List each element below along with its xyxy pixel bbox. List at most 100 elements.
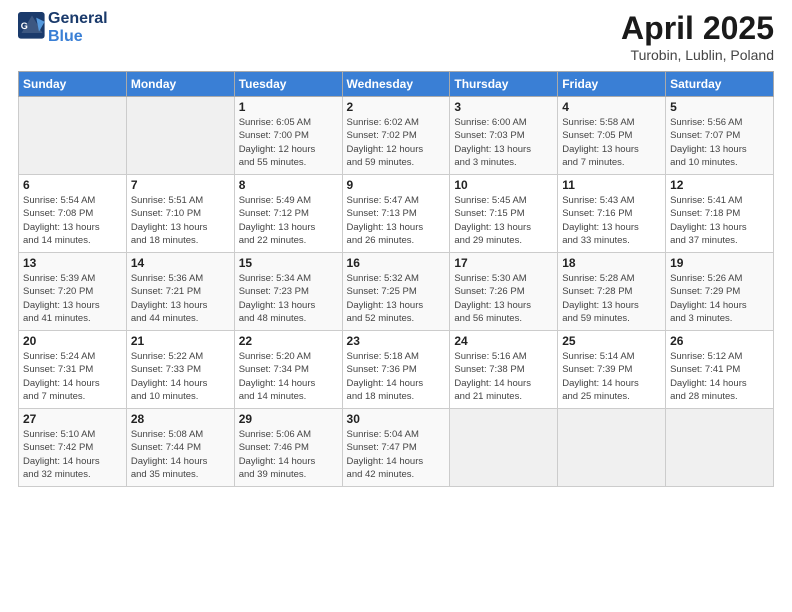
weekday-friday: Friday <box>558 72 666 97</box>
calendar-cell: 5 Sunrise: 5:56 AM Sunset: 7:07 PM Daylig… <box>666 97 774 175</box>
day-info: Sunrise: 5:47 AM Sunset: 7:13 PM Dayligh… <box>347 194 446 247</box>
calendar-cell <box>19 97 127 175</box>
calendar-cell: 4Sunrise: 5:58 AM Sunset: 7:05 PM Daylig… <box>558 97 666 175</box>
logo-line1: General <box>48 10 108 28</box>
weekday-monday: Monday <box>126 72 234 97</box>
day-info: Sunrise: 5:20 AM Sunset: 7:34 PM Dayligh… <box>239 350 338 403</box>
page-header: G General Blue April 2025 Turobin, Lubli… <box>18 10 774 63</box>
calendar-cell: 7 Sunrise: 5:51 AM Sunset: 7:10 PM Daylig… <box>126 175 234 253</box>
week-row-3: 13Sunrise: 5:39 AM Sunset: 7:20 PM Dayli… <box>19 253 774 331</box>
logo-icon: G <box>18 12 46 40</box>
weekday-wednesday: Wednesday <box>342 72 450 97</box>
calendar-cell <box>558 409 666 487</box>
calendar-cell: 24Sunrise: 5:16 AM Sunset: 7:38 PM Dayli… <box>450 331 558 409</box>
day-number: 14 <box>131 256 230 270</box>
day-number: 21 <box>131 334 230 348</box>
calendar-cell: 20 Sunrise: 5:24 AM Sunset: 7:31 PM Dayli… <box>19 331 127 409</box>
calendar-subtitle: Turobin, Lublin, Poland <box>621 47 774 63</box>
title-block: April 2025 Turobin, Lublin, Poland <box>621 10 774 63</box>
calendar-cell: 9 Sunrise: 5:47 AM Sunset: 7:13 PM Daylig… <box>342 175 450 253</box>
calendar-table: SundayMondayTuesdayWednesdayThursdayFrid… <box>18 71 774 487</box>
day-number: 19 <box>670 256 769 270</box>
day-info: Sunrise: 5:49 AM Sunset: 7:12 PM Dayligh… <box>239 194 338 247</box>
day-number: 9 <box>347 178 446 192</box>
day-number: 17 <box>454 256 553 270</box>
day-info: Sunrise: 5:54 AM Sunset: 7:08 PM Dayligh… <box>23 194 122 247</box>
calendar-cell: 30 Sunrise: 5:04 AM Sunset: 7:47 PM Dayli… <box>342 409 450 487</box>
day-number: 12 <box>670 178 769 192</box>
weekday-sunday: Sunday <box>19 72 127 97</box>
day-info: Sunrise: 5:43 AM Sunset: 7:16 PM Dayligh… <box>562 194 661 247</box>
day-info: Sunrise: 5:26 AM Sunset: 7:29 PM Dayligh… <box>670 272 769 325</box>
day-info: Sunrise: 5:04 AM Sunset: 7:47 PM Dayligh… <box>347 428 446 481</box>
svg-text:G: G <box>21 21 28 31</box>
day-number: 3 <box>454 100 553 114</box>
day-number: 15 <box>239 256 338 270</box>
calendar-cell: 11 Sunrise: 5:43 AM Sunset: 7:16 PM Dayli… <box>558 175 666 253</box>
day-info: Sunrise: 6:02 AM Sunset: 7:02 PM Dayligh… <box>347 116 446 169</box>
weekday-tuesday: Tuesday <box>234 72 342 97</box>
day-number: 27 <box>23 412 122 426</box>
calendar-cell: 25 Sunrise: 5:14 AM Sunset: 7:39 PM Dayli… <box>558 331 666 409</box>
day-info: Sunrise: 6:00 AM Sunset: 7:03 PM Dayligh… <box>454 116 553 169</box>
calendar-cell: 19 Sunrise: 5:26 AM Sunset: 7:29 PM Dayli… <box>666 253 774 331</box>
weekday-thursday: Thursday <box>450 72 558 97</box>
calendar-cell: 28Sunrise: 5:08 AM Sunset: 7:44 PM Dayli… <box>126 409 234 487</box>
day-info: Sunrise: 5:45 AM Sunset: 7:15 PM Dayligh… <box>454 194 553 247</box>
day-info: Sunrise: 5:41 AM Sunset: 7:18 PM Dayligh… <box>670 194 769 247</box>
day-info: Sunrise: 5:51 AM Sunset: 7:10 PM Dayligh… <box>131 194 230 247</box>
day-number: 5 <box>670 100 769 114</box>
calendar-cell: 21 Sunrise: 5:22 AM Sunset: 7:33 PM Dayli… <box>126 331 234 409</box>
calendar-cell <box>450 409 558 487</box>
calendar-cell <box>666 409 774 487</box>
day-info: Sunrise: 5:08 AM Sunset: 7:44 PM Dayligh… <box>131 428 230 481</box>
day-info: Sunrise: 5:22 AM Sunset: 7:33 PM Dayligh… <box>131 350 230 403</box>
day-info: Sunrise: 5:18 AM Sunset: 7:36 PM Dayligh… <box>347 350 446 403</box>
calendar-cell: 17Sunrise: 5:30 AM Sunset: 7:26 PM Dayli… <box>450 253 558 331</box>
day-number: 16 <box>347 256 446 270</box>
day-info: Sunrise: 5:56 AM Sunset: 7:07 PM Dayligh… <box>670 116 769 169</box>
day-number: 7 <box>131 178 230 192</box>
calendar-cell: 13Sunrise: 5:39 AM Sunset: 7:20 PM Dayli… <box>19 253 127 331</box>
calendar-cell <box>126 97 234 175</box>
week-row-1: 1 Sunrise: 6:05 AM Sunset: 7:00 PM Daylig… <box>19 97 774 175</box>
day-info: Sunrise: 5:06 AM Sunset: 7:46 PM Dayligh… <box>239 428 338 481</box>
day-number: 13 <box>23 256 122 270</box>
day-number: 20 <box>23 334 122 348</box>
day-info: Sunrise: 5:10 AM Sunset: 7:42 PM Dayligh… <box>23 428 122 481</box>
week-row-2: 6 Sunrise: 5:54 AM Sunset: 7:08 PM Daylig… <box>19 175 774 253</box>
day-number: 2 <box>347 100 446 114</box>
calendar-cell: 15Sunrise: 5:34 AM Sunset: 7:23 PM Dayli… <box>234 253 342 331</box>
week-row-5: 27 Sunrise: 5:10 AM Sunset: 7:42 PM Dayli… <box>19 409 774 487</box>
calendar-title: April 2025 <box>621 10 774 47</box>
day-info: Sunrise: 5:14 AM Sunset: 7:39 PM Dayligh… <box>562 350 661 403</box>
calendar-cell: 22Sunrise: 5:20 AM Sunset: 7:34 PM Dayli… <box>234 331 342 409</box>
day-number: 1 <box>239 100 338 114</box>
day-number: 29 <box>239 412 338 426</box>
day-info: Sunrise: 5:24 AM Sunset: 7:31 PM Dayligh… <box>23 350 122 403</box>
calendar-cell: 16 Sunrise: 5:32 AM Sunset: 7:25 PM Dayli… <box>342 253 450 331</box>
day-number: 30 <box>347 412 446 426</box>
calendar-cell: 12 Sunrise: 5:41 AM Sunset: 7:18 PM Dayli… <box>666 175 774 253</box>
day-info: Sunrise: 5:58 AM Sunset: 7:05 PM Dayligh… <box>562 116 661 169</box>
day-number: 18 <box>562 256 661 270</box>
day-number: 26 <box>670 334 769 348</box>
calendar-cell: 8 Sunrise: 5:49 AM Sunset: 7:12 PM Daylig… <box>234 175 342 253</box>
day-number: 10 <box>454 178 553 192</box>
logo-line2: Blue <box>48 28 108 46</box>
day-info: Sunrise: 5:32 AM Sunset: 7:25 PM Dayligh… <box>347 272 446 325</box>
day-info: Sunrise: 6:05 AM Sunset: 7:00 PM Dayligh… <box>239 116 338 169</box>
calendar-cell: 27 Sunrise: 5:10 AM Sunset: 7:42 PM Dayli… <box>19 409 127 487</box>
day-info: Sunrise: 5:12 AM Sunset: 7:41 PM Dayligh… <box>670 350 769 403</box>
calendar-cell: 29 Sunrise: 5:06 AM Sunset: 7:46 PM Dayli… <box>234 409 342 487</box>
calendar-cell: 3 Sunrise: 6:00 AM Sunset: 7:03 PM Daylig… <box>450 97 558 175</box>
calendar-cell: 10 Sunrise: 5:45 AM Sunset: 7:15 PM Dayli… <box>450 175 558 253</box>
calendar-cell: 2 Sunrise: 6:02 AM Sunset: 7:02 PM Daylig… <box>342 97 450 175</box>
day-number: 6 <box>23 178 122 192</box>
day-number: 25 <box>562 334 661 348</box>
calendar-cell: 23Sunrise: 5:18 AM Sunset: 7:36 PM Dayli… <box>342 331 450 409</box>
day-number: 11 <box>562 178 661 192</box>
calendar-cell: 6 Sunrise: 5:54 AM Sunset: 7:08 PM Daylig… <box>19 175 127 253</box>
day-number: 8 <box>239 178 338 192</box>
week-row-4: 20 Sunrise: 5:24 AM Sunset: 7:31 PM Dayli… <box>19 331 774 409</box>
